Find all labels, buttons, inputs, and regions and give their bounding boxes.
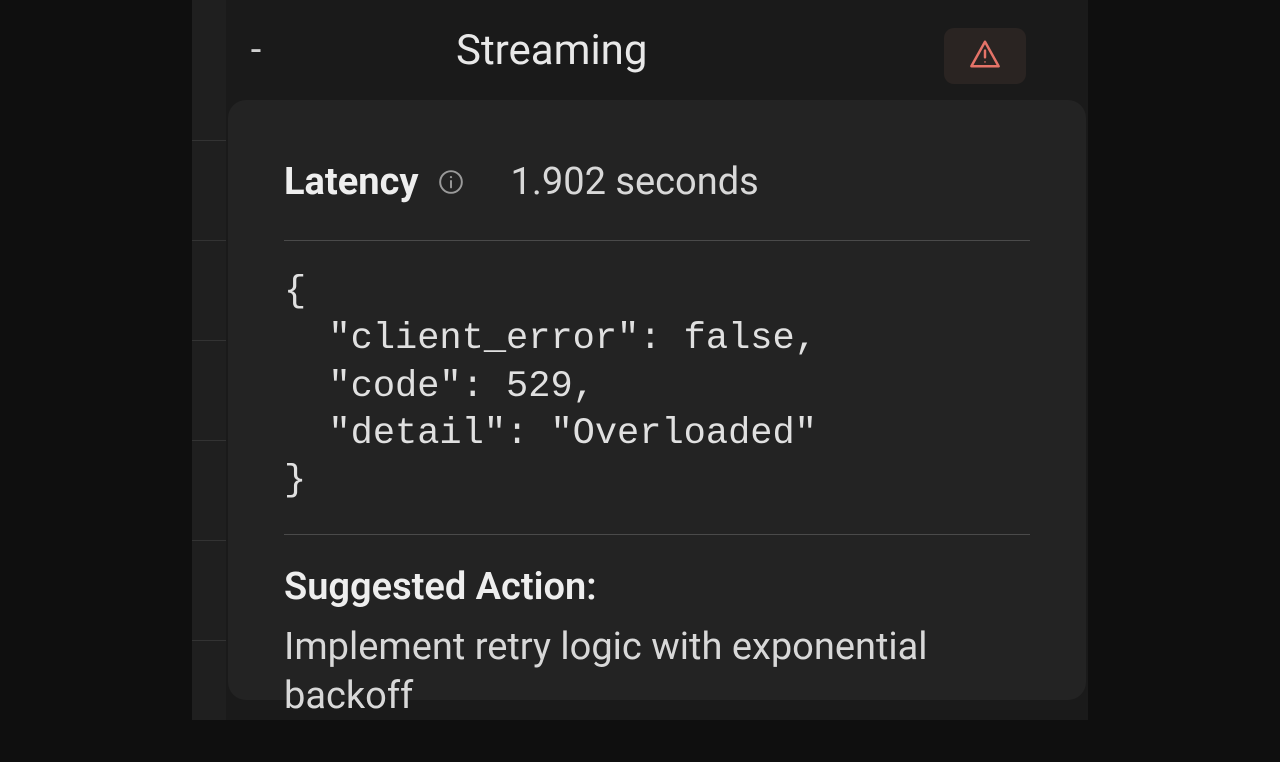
latency-value: 1.902 seconds — [511, 160, 759, 204]
error-json-block: { "client_error": false, "code": 529, "d… — [284, 269, 1030, 506]
warning-badge[interactable] — [944, 28, 1026, 84]
rail-divider — [192, 640, 226, 641]
suggested-action-label: Suggested Action: — [284, 565, 1030, 609]
panel-inner: Latency 1.902 seconds { "client_error": … — [228, 100, 1086, 762]
info-circle-icon[interactable] — [437, 168, 465, 196]
details-panel: Latency 1.902 seconds { "client_error": … — [228, 100, 1086, 700]
header-dash: - — [226, 28, 286, 72]
divider-top — [284, 240, 1030, 241]
suggested-action-text: Implement retry logic with exponential b… — [284, 623, 1030, 722]
latency-label: Latency — [284, 160, 419, 204]
header-title: Streaming — [456, 26, 647, 75]
rail-divider — [192, 240, 226, 241]
rail-divider — [192, 540, 226, 541]
rail-divider — [192, 440, 226, 441]
rail-divider — [192, 340, 226, 341]
latency-row: Latency 1.902 seconds — [284, 160, 1030, 204]
divider-bottom — [284, 534, 1030, 535]
rail-divider — [192, 140, 226, 141]
warning-triangle-icon — [968, 39, 1002, 73]
header-row: - Streaming — [192, 0, 1088, 100]
left-rail — [192, 0, 226, 720]
